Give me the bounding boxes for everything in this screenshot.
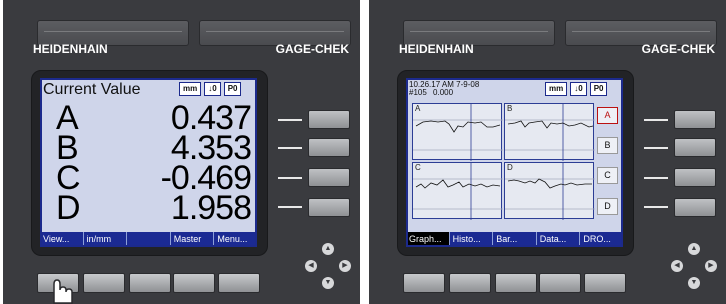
side-key-line bbox=[644, 206, 668, 208]
brand-label: HEIDENHAIN bbox=[33, 42, 108, 56]
plot-d[interactable]: D bbox=[504, 162, 595, 220]
side-key-line bbox=[278, 147, 302, 149]
softkey-menu[interactable]: Menu... bbox=[214, 232, 257, 247]
model-label: GAGE-CHEK bbox=[275, 42, 349, 56]
channel-button-d[interactable]: D bbox=[597, 198, 618, 215]
softkey-data[interactable]: Data... bbox=[536, 232, 581, 247]
side-key-1[interactable] bbox=[674, 110, 716, 129]
softkey-in-mm[interactable]: in/mm bbox=[84, 232, 128, 247]
header-id: #105 bbox=[409, 88, 427, 97]
softkey-histo[interactable]: Histo... bbox=[449, 232, 494, 247]
trend-graph bbox=[413, 104, 503, 161]
side-key-1[interactable] bbox=[308, 110, 350, 129]
softkey-bar: Graph... Histo... Bar... Data... DRO... bbox=[406, 232, 623, 247]
bottom-key-1[interactable] bbox=[403, 273, 445, 293]
plot-c[interactable]: C bbox=[412, 162, 503, 220]
arrow-up-icon[interactable]: ▲ bbox=[688, 243, 700, 255]
bottom-key-5[interactable] bbox=[584, 273, 626, 293]
trend-graph bbox=[505, 163, 595, 220]
softkey-bar[interactable]: Bar... bbox=[493, 232, 537, 247]
reading-row-d: D 1.958 bbox=[56, 189, 252, 227]
plot-label: D bbox=[507, 163, 513, 172]
side-key-line bbox=[278, 206, 302, 208]
arrow-up-icon[interactable]: ▲ bbox=[322, 243, 334, 255]
side-key-4[interactable] bbox=[308, 198, 350, 217]
toolbar: mm ↓0 P0 bbox=[545, 82, 608, 96]
side-key-line bbox=[278, 177, 302, 179]
bottom-key-3[interactable] bbox=[495, 273, 537, 293]
part-indicator: P0 bbox=[223, 82, 242, 96]
bottom-key-3[interactable] bbox=[129, 273, 171, 293]
lcd-screen: 10.26.17 AM 7-9-08 #105 0.000 mm ↓0 P0 A bbox=[406, 78, 623, 247]
pointer-hand-icon bbox=[53, 279, 73, 304]
side-key-line bbox=[644, 147, 668, 149]
model-label: GAGE-CHEK bbox=[641, 42, 715, 56]
unit-indicator: mm bbox=[545, 82, 568, 96]
side-key-2[interactable] bbox=[308, 138, 350, 157]
plot-a[interactable]: A bbox=[412, 103, 503, 161]
lcd-screen: Current Value mm ↓0 P0 A 0.437 B 4.353 C… bbox=[40, 78, 257, 247]
arrow-down-icon[interactable]: ▼ bbox=[688, 277, 700, 289]
side-key-line bbox=[644, 177, 668, 179]
bottom-key-4[interactable] bbox=[173, 273, 215, 293]
softkey-empty[interactable] bbox=[127, 232, 171, 247]
channel-button-a[interactable]: A bbox=[597, 107, 618, 124]
axis-label: D bbox=[56, 188, 81, 227]
softkey-master[interactable]: Master bbox=[171, 232, 215, 247]
channel-button-b[interactable]: B bbox=[597, 137, 618, 154]
side-key-line bbox=[644, 119, 668, 121]
trend-graph bbox=[413, 163, 503, 220]
zero-indicator: ↓0 bbox=[570, 82, 587, 96]
header-value: 0.000 bbox=[433, 88, 454, 97]
side-key-3[interactable] bbox=[674, 168, 716, 187]
part-indicator: P0 bbox=[589, 82, 608, 96]
arrow-right-icon[interactable]: ▶ bbox=[705, 260, 717, 272]
zero-indicator: ↓0 bbox=[204, 82, 221, 96]
arrow-right-icon[interactable]: ▶ bbox=[339, 260, 351, 272]
arrow-down-icon[interactable]: ▼ bbox=[322, 277, 334, 289]
side-key-4[interactable] bbox=[674, 198, 716, 217]
header-id-line: #105 0.000 bbox=[409, 89, 479, 97]
screen-title: Current Value bbox=[43, 81, 141, 98]
plot-b[interactable]: B bbox=[504, 103, 595, 161]
softkey-graph[interactable]: Graph... bbox=[406, 232, 450, 247]
plot-label: C bbox=[415, 163, 421, 172]
side-key-line bbox=[278, 119, 302, 121]
bottom-key-2[interactable] bbox=[83, 273, 125, 293]
arrow-left-icon[interactable]: ◀ bbox=[305, 260, 317, 272]
bottom-key-2[interactable] bbox=[449, 273, 491, 293]
plot-label: B bbox=[507, 104, 513, 113]
softkey-view[interactable]: View... bbox=[40, 232, 84, 247]
softkey-bar: View... in/mm Master Menu... bbox=[40, 232, 257, 247]
right-gage-device: HEIDENHAIN GAGE-CHEK 10.26.17 AM 7-9-08 … bbox=[369, 0, 726, 304]
unit-indicator: mm bbox=[179, 82, 202, 96]
bottom-key-5[interactable] bbox=[218, 273, 260, 293]
axis-value: 1.958 bbox=[170, 188, 252, 227]
arrow-left-icon[interactable]: ◀ bbox=[671, 260, 683, 272]
toolbar: mm ↓0 P0 bbox=[179, 82, 242, 96]
softkey-dro[interactable]: DRO... bbox=[580, 232, 623, 247]
trend-graph bbox=[505, 104, 595, 161]
screen-header: 10.26.17 AM 7-9-08 #105 0.000 bbox=[409, 81, 479, 97]
side-key-2[interactable] bbox=[674, 138, 716, 157]
bottom-key-4[interactable] bbox=[539, 273, 581, 293]
channel-button-c[interactable]: C bbox=[597, 167, 618, 184]
side-key-3[interactable] bbox=[308, 168, 350, 187]
plot-label: A bbox=[415, 104, 421, 113]
brand-label: HEIDENHAIN bbox=[399, 42, 474, 56]
left-gage-device: HEIDENHAIN GAGE-CHEK Current Value mm ↓0… bbox=[3, 0, 360, 304]
